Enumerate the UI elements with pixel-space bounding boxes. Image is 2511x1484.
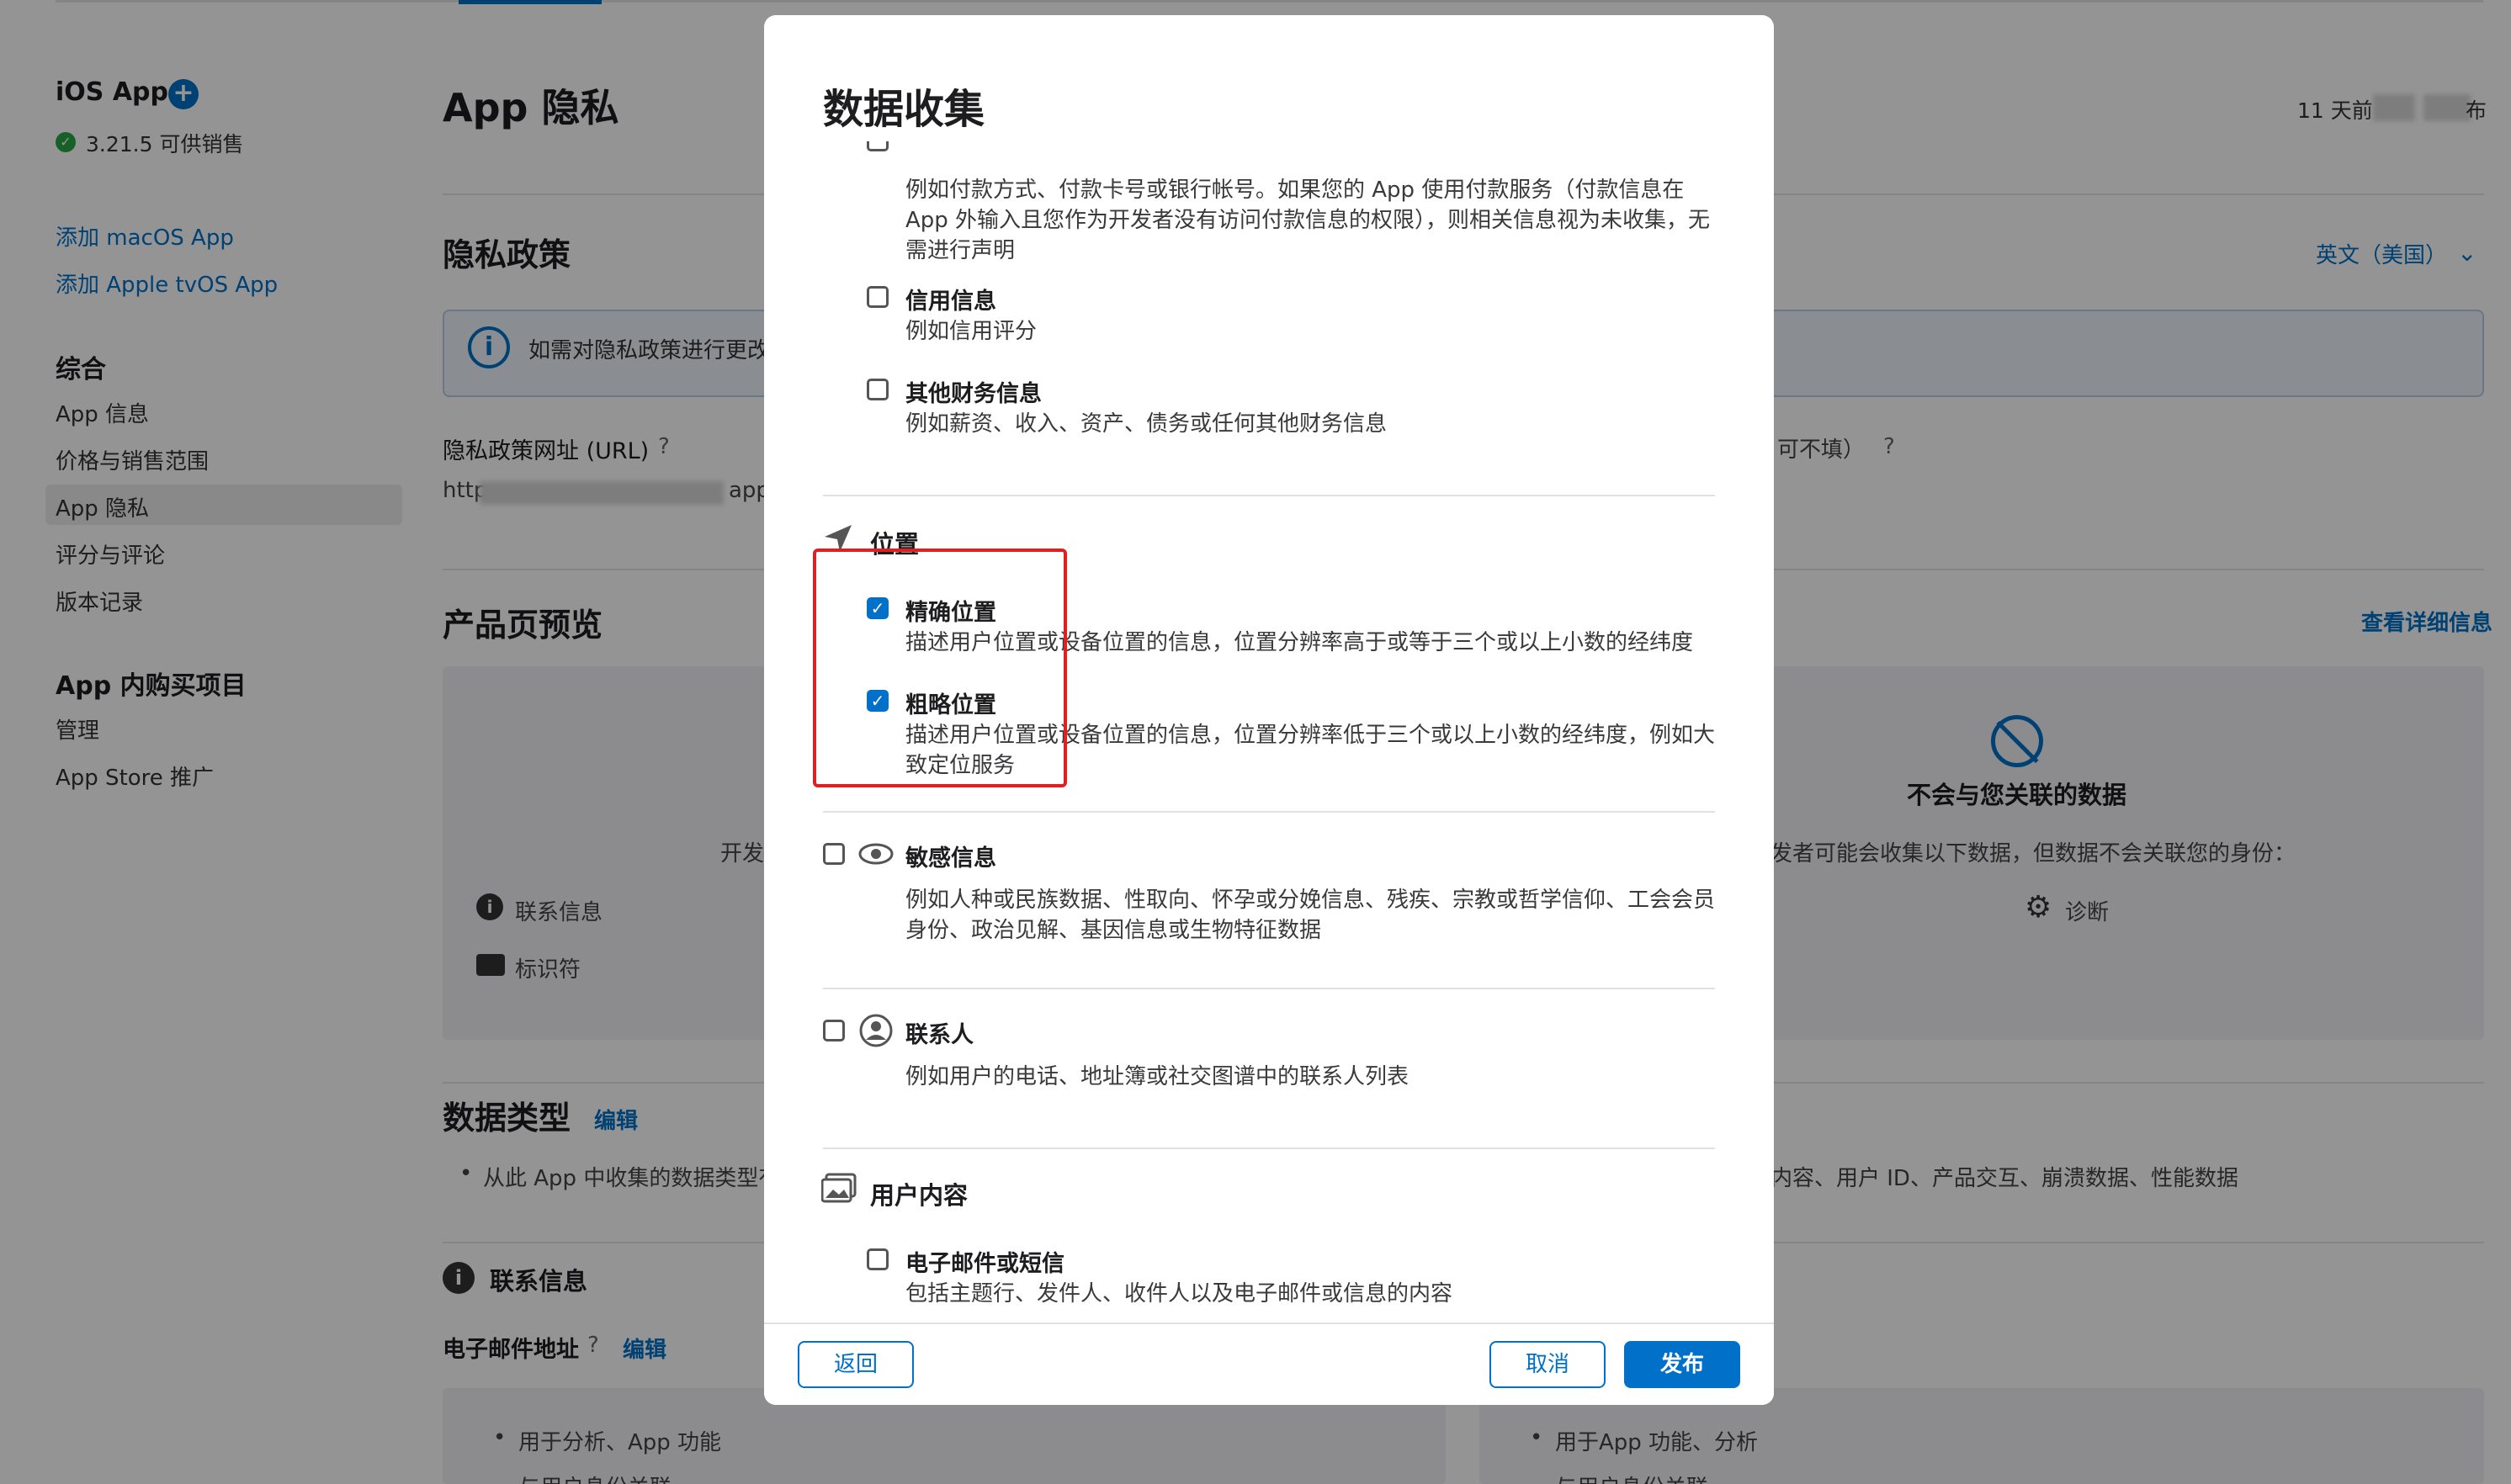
contact-person-icon <box>859 1014 893 1047</box>
other-financial-desc: 例如薪资、收入、资产、债务或任何其他财务信息 <box>905 411 1388 437</box>
email-sms-checkbox[interactable] <box>867 1248 889 1270</box>
photo-gallery-icon <box>821 1173 857 1203</box>
sensitive-info-title: 敏感信息 <box>905 845 996 872</box>
dialog-footer: 返回 取消 发布 <box>764 1322 1774 1405</box>
other-financial-title: 其他财务信息 <box>905 381 1042 407</box>
email-sms-desc: 包括主题行、发件人、收件人以及电子邮件或信息的内容 <box>905 1281 1453 1306</box>
sensitive-info-desc: 例如人种或民族数据、性取向、怀孕或分娩信息、残疾、宗教或哲学信仰、工会会员身份、… <box>905 888 1716 943</box>
dialog-title: 数据收集 <box>823 86 985 133</box>
contacts-desc: 例如用户的电话、地址簿或社交图谱中的联系人列表 <box>905 1064 1409 1089</box>
eye-icon <box>858 843 894 865</box>
credit-info-checkbox[interactable] <box>867 286 889 308</box>
credit-info-title: 信用信息 <box>905 289 996 315</box>
divider <box>823 1147 1715 1149</box>
payment-info-desc: 例如付款方式、付款卡号或银行帐号。如果您的 App 使用付款服务（付款信息在 A… <box>905 178 1711 263</box>
user-content-group-title: 用户内容 <box>870 1181 969 1210</box>
divider <box>823 495 1715 496</box>
sensitive-info-checkbox[interactable] <box>823 843 845 865</box>
divider <box>823 811 1715 813</box>
credit-info-desc: 例如信用评分 <box>905 319 1038 344</box>
contacts-title: 联系人 <box>905 1022 974 1048</box>
contacts-checkbox[interactable] <box>823 1020 845 1041</box>
back-button[interactable]: 返回 <box>798 1341 914 1388</box>
cancel-button[interactable]: 取消 <box>1489 1341 1606 1388</box>
publish-button[interactable]: 发布 <box>1624 1341 1740 1388</box>
divider <box>823 988 1715 989</box>
highlight-annotation-box <box>813 549 1067 787</box>
payment-info-checkbox[interactable] <box>867 141 889 151</box>
email-sms-title: 电子邮件或短信 <box>905 1251 1064 1277</box>
other-financial-checkbox[interactable] <box>867 379 889 400</box>
